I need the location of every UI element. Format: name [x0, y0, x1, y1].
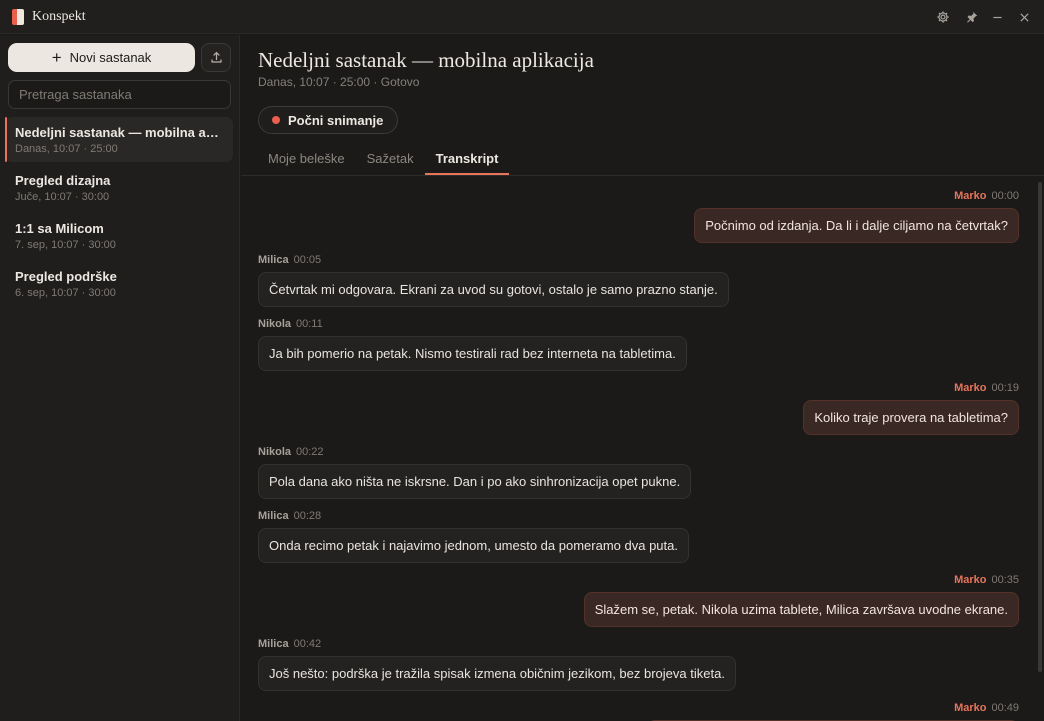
page-title: Nedeljni sastanak — mobilna aplikacija: [258, 48, 594, 72]
speaker-name: Marko: [954, 574, 987, 586]
timestamp: 00:05: [293, 254, 322, 266]
speaker-name: Milica: [258, 510, 289, 522]
timestamp: 00:22: [296, 446, 324, 458]
speaker-name: Milica: [258, 254, 289, 266]
timestamp: 00:28: [293, 510, 322, 522]
upload-icon: [210, 51, 222, 63]
transcript-message: Nikola 00:11 Ja bih pomerio na petak. Nis…: [258, 318, 687, 371]
message-bubble: Počnimo od izdanja. Da li i dalje ciljam…: [694, 208, 1019, 243]
search-placeholder: Pretraga sastanaka: [19, 87, 132, 102]
tab-summary[interactable]: Sažetak: [356, 146, 425, 175]
speaker-name: Nikola: [258, 446, 292, 458]
close-button[interactable]: [1015, 8, 1033, 26]
meeting-title: Pregled podrške: [15, 269, 117, 284]
speaker-name: Marko: [954, 382, 987, 394]
meeting-item[interactable]: Pregled dizajna Juče, 10:07 · 30:00: [5, 165, 233, 210]
speaker-name: Nikola: [258, 318, 292, 330]
transcript-message: Marko 00:19 Koliko traje provera na table…: [803, 382, 1019, 435]
message-bubble: Koliko traje provera na tabletima?: [803, 400, 1019, 435]
message-bubble: Slažem se, petak. Nikola uzima tablete, …: [583, 592, 1019, 627]
page-meta: Danas, 10:07 · 25:00 · Gotovo: [258, 75, 420, 89]
meeting-title: 1:1 sa Milicom: [15, 221, 104, 236]
gear-icon: [937, 11, 949, 23]
close-icon: [1019, 12, 1029, 22]
timestamp: 00:19: [991, 382, 1019, 394]
meeting-item[interactable]: Pregled podrške 6. sep, 10:07 · 30:00: [5, 261, 233, 306]
transcript-message: Milica 00:05 Četvrtak mi odgovara. Ekrani…: [258, 254, 729, 307]
record-dot-icon: [272, 116, 280, 124]
new-meeting-label: Novi sastanak: [69, 50, 152, 65]
record-label: Počni snimanje: [288, 112, 384, 128]
export-button[interactable]: [201, 43, 231, 72]
pin-icon: [967, 11, 978, 23]
message-bubble: Ja bih pomerio na petak. Nismo testirali…: [258, 336, 687, 371]
new-meeting-button[interactable]: + Novi sastanak: [8, 43, 195, 72]
transcript-message: Marko 00:49: [647, 702, 1019, 721]
plus-icon: +: [51, 47, 62, 67]
meeting-meta: 6. sep, 10:07 · 30:00: [15, 287, 116, 299]
message-bubble: Još nešto: podrška je tražila spisak izm…: [258, 656, 736, 691]
meeting-list: Nedeljni sastanak — mobilna aplikacija D…: [5, 117, 233, 309]
timestamp: 00:11: [296, 318, 323, 330]
settings-button[interactable]: [934, 8, 952, 26]
minimize-button[interactable]: [988, 8, 1006, 26]
tab-transcript[interactable]: Transkript: [424, 146, 510, 175]
transcript-message: Marko 00:35 Slažem se, petak. Nikola uzim…: [583, 574, 1019, 627]
app-name: Konspekt: [32, 9, 86, 24]
sidebar: + Novi sastanak Pretraga sastanaka Nedel…: [0, 35, 240, 721]
meeting-meta: Juče, 10:07 · 30:00: [15, 191, 110, 203]
message-bubble: Onda recimo petak i najavimo jednom, ume…: [258, 528, 689, 563]
speaker-name: Marko: [954, 702, 987, 714]
tab-bar: Moje beleške Sažetak Transkript: [258, 146, 510, 175]
record-button[interactable]: Počni snimanje: [258, 106, 399, 134]
meeting-meta: Danas, 10:07 · 25:00: [15, 143, 118, 155]
message-bubble: Četvrtak mi odgovara. Ekrani za uvod su …: [258, 272, 729, 307]
speaker-name: Marko: [954, 190, 987, 202]
meeting-title: Nedeljni sastanak — mobilna aplikacija: [15, 125, 223, 140]
transcript-panel[interactable]: Marko 00:00 Počnimo od izdanja. Da li i d…: [241, 176, 1044, 721]
transcript-message: Nikola 00:22 Pola dana ako ništa ne iskrs…: [258, 446, 692, 499]
timestamp: 00:00: [991, 190, 1019, 202]
message-bubble: Pola dana ako ništa ne iskrsne. Dan i po…: [258, 464, 692, 499]
meeting-title: Pregled dizajna: [15, 173, 111, 188]
transcript-message: Milica 00:28 Onda recimo petak i najavimo…: [258, 510, 689, 563]
search-input[interactable]: Pretraga sastanaka: [8, 80, 231, 109]
pin-button[interactable]: [963, 8, 981, 26]
transcript-message: Milica 00:42 Još nešto: podrška je tražil…: [258, 638, 736, 691]
tab-notes[interactable]: Moje beleške: [258, 146, 356, 175]
app-logo-icon: [12, 9, 24, 25]
timestamp: 00:49: [991, 702, 1019, 714]
timestamp: 00:35: [991, 574, 1019, 586]
main-panel: Nedeljni sastanak — mobilna aplikacija D…: [241, 35, 1044, 721]
meeting-item[interactable]: 1:1 sa Milicom 7. sep, 10:07 · 30:00: [5, 213, 233, 258]
transcript-message: Marko 00:00 Počnimo od izdanja. Da li i d…: [694, 190, 1019, 243]
meeting-item[interactable]: Nedeljni sastanak — mobilna aplikacija D…: [5, 117, 233, 162]
speaker-name: Milica: [258, 638, 289, 650]
scrollbar-thumb[interactable]: [1038, 182, 1042, 672]
minimize-icon: [992, 16, 1002, 18]
meeting-meta: 7. sep, 10:07 · 30:00: [15, 239, 116, 251]
timestamp: 00:42: [293, 638, 322, 650]
title-bar: Konspekt: [0, 0, 1044, 34]
